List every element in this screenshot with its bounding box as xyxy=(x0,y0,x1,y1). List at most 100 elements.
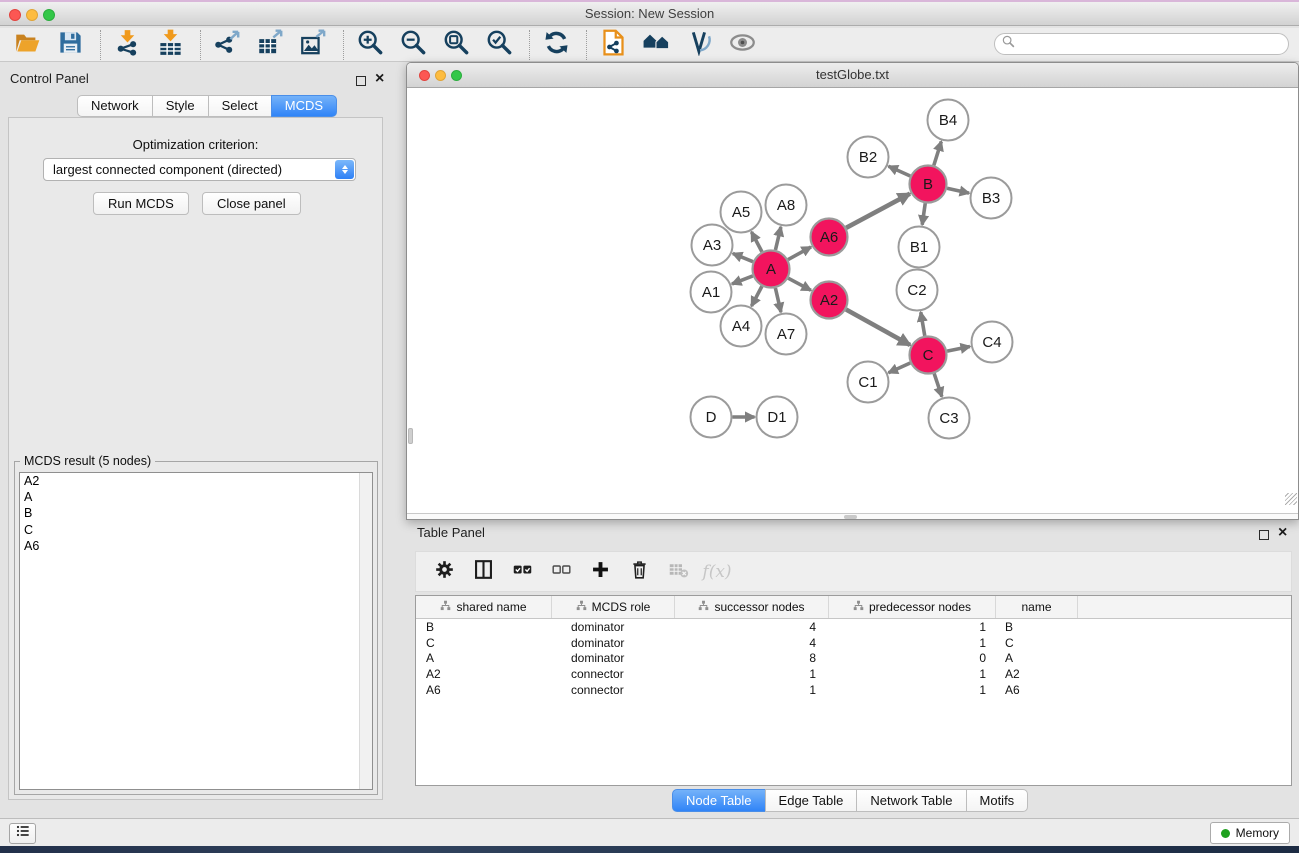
table-cell[interactable]: A2 xyxy=(996,667,1078,681)
tab-edge-table[interactable]: Edge Table xyxy=(765,789,858,812)
table-cell[interactable]: A6 xyxy=(996,683,1078,697)
minimize-window-button[interactable] xyxy=(26,9,38,21)
table-row[interactable]: Cdominator41C xyxy=(416,635,1291,651)
table-cell[interactable]: C xyxy=(996,636,1078,650)
style-preview-button[interactable] xyxy=(682,30,716,60)
export-table-button[interactable] xyxy=(253,30,287,60)
table-row[interactable]: Adominator80A xyxy=(416,651,1291,667)
deselect-all-button[interactable] xyxy=(549,560,573,584)
column-header-successor-nodes[interactable]: successor nodes xyxy=(675,596,829,618)
table-cell[interactable]: A2 xyxy=(416,667,552,681)
column-header-shared-name[interactable]: shared name xyxy=(416,596,552,618)
table-close-panel-icon[interactable]: × xyxy=(1278,528,1287,538)
import-table-button[interactable] xyxy=(153,30,187,60)
optimization-criterion-select[interactable]: largest connected component (directed) xyxy=(43,158,356,181)
close-window-button[interactable] xyxy=(9,9,21,21)
table-cell[interactable]: B xyxy=(416,620,552,634)
horizontal-scrollbar-thumb[interactable] xyxy=(844,515,857,519)
float-panel-icon[interactable] xyxy=(356,73,366,91)
zoom-window-button[interactable] xyxy=(43,9,55,21)
result-scrollbar[interactable] xyxy=(359,473,372,789)
export-image-button[interactable] xyxy=(296,30,330,60)
zoom-selected-button[interactable] xyxy=(482,30,516,60)
mcds-result-item[interactable]: A xyxy=(20,489,372,505)
table-row[interactable]: A2connector11A2 xyxy=(416,666,1291,682)
delete-button[interactable] xyxy=(627,560,651,584)
table-cell[interactable]: A xyxy=(416,651,552,665)
graph-edge-C-C4[interactable] xyxy=(947,346,970,351)
tab-network-table[interactable]: Network Table xyxy=(856,789,966,812)
tab-style[interactable]: Style xyxy=(152,95,209,117)
graph-edge-C-C1[interactable] xyxy=(889,363,911,373)
graph-edge-A-A7[interactable] xyxy=(775,288,781,312)
graph-edge-B-B1[interactable] xyxy=(922,203,925,224)
column-header-name[interactable]: name xyxy=(996,596,1078,618)
mcds-result-item[interactable]: C xyxy=(20,522,372,538)
tab-network[interactable]: Network xyxy=(77,95,153,117)
export-network-button[interactable] xyxy=(210,30,244,60)
table-cell[interactable]: 1 xyxy=(675,683,829,697)
tab-motifs[interactable]: Motifs xyxy=(966,789,1029,812)
mcds-result-item[interactable]: A6 xyxy=(20,538,372,554)
table-cell[interactable]: dominator xyxy=(552,636,675,650)
graph-edge-C-C2[interactable] xyxy=(921,312,925,336)
cybrowser-button[interactable] xyxy=(596,30,630,60)
open-file-button[interactable] xyxy=(10,30,44,60)
table-row[interactable]: Bdominator41B xyxy=(416,619,1291,635)
add-column-button[interactable] xyxy=(588,560,612,584)
graph-edge-A2-C[interactable] xyxy=(846,309,910,345)
graph-edge-B-B4[interactable] xyxy=(934,141,941,165)
graph-edge-A-A2[interactable] xyxy=(788,278,811,290)
table-row[interactable]: A6connector11A6 xyxy=(416,682,1291,698)
table-cell[interactable]: dominator xyxy=(552,651,675,665)
save-session-button[interactable] xyxy=(53,30,87,60)
column-header-predecessor-nodes[interactable]: predecessor nodes xyxy=(829,596,996,618)
show-hide-button[interactable] xyxy=(725,30,759,60)
zoom-out-button[interactable] xyxy=(396,30,430,60)
graph-edge-A-A3[interactable] xyxy=(733,253,753,261)
table-cell[interactable]: B xyxy=(996,620,1078,634)
graph-edge-C-C3[interactable] xyxy=(934,373,942,396)
refresh-button[interactable] xyxy=(539,30,573,60)
gear-button[interactable] xyxy=(432,560,456,584)
column-header-MCDS-role[interactable]: MCDS role xyxy=(552,596,675,618)
table-cell[interactable]: 1 xyxy=(829,636,996,650)
table-float-panel-icon[interactable] xyxy=(1259,527,1269,545)
close-panel-button[interactable]: Close panel xyxy=(202,192,301,215)
graph-edge-A-A8[interactable] xyxy=(775,227,780,250)
tab-mcds[interactable]: MCDS xyxy=(271,95,337,117)
columns-button[interactable] xyxy=(471,560,495,584)
search-box[interactable] xyxy=(994,33,1289,55)
table-cell[interactable]: 0 xyxy=(829,651,996,665)
table-cell[interactable]: connector xyxy=(552,683,675,697)
network-window-titlebar[interactable]: testGlobe.txt xyxy=(407,63,1298,88)
import-network-button[interactable] xyxy=(110,30,144,60)
table-cell[interactable]: C xyxy=(416,636,552,650)
graph-edge-A-A6[interactable] xyxy=(788,247,811,260)
table-cell[interactable]: 1 xyxy=(829,667,996,681)
close-panel-icon[interactable]: × xyxy=(375,74,384,84)
tab-node-table[interactable]: Node Table xyxy=(672,789,766,812)
tab-select[interactable]: Select xyxy=(208,95,272,117)
table-cell[interactable]: A xyxy=(996,651,1078,665)
mcds-result-list[interactable]: A2ABCA6 xyxy=(19,472,373,790)
mcds-result-item[interactable]: A2 xyxy=(20,473,372,489)
zoom-fit-button[interactable] xyxy=(439,30,473,60)
table-cell[interactable]: 1 xyxy=(675,667,829,681)
network-close-button[interactable] xyxy=(419,70,430,81)
memory-button[interactable]: Memory xyxy=(1210,822,1290,844)
select-all-button[interactable] xyxy=(510,560,534,584)
run-mcds-button[interactable]: Run MCDS xyxy=(93,192,189,215)
search-input[interactable] xyxy=(1015,35,1288,53)
vertical-scrollbar-thumb[interactable] xyxy=(408,428,413,444)
table-cell[interactable]: 4 xyxy=(675,620,829,634)
graph-edge-A-A5[interactable] xyxy=(751,232,761,252)
graph-edge-B-B2[interactable] xyxy=(889,166,911,176)
table-cell[interactable]: 1 xyxy=(829,620,996,634)
table-cell[interactable]: connector xyxy=(552,667,675,681)
graph-edge-B-B3[interactable] xyxy=(947,188,969,193)
home-button[interactable] xyxy=(639,30,673,60)
graph-edge-A-A1[interactable] xyxy=(732,276,753,284)
graph-edge-A-A4[interactable] xyxy=(751,286,761,306)
network-zoom-button[interactable] xyxy=(451,70,462,81)
